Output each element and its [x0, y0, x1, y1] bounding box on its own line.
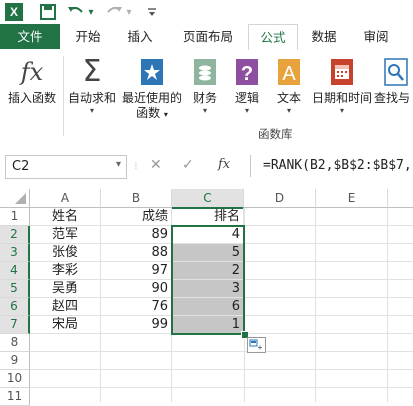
quick-access-toolbar: X ▾ ▾ [0, 0, 413, 24]
ribbon-separator [63, 56, 64, 136]
financial-dropdown-icon: ▾ [202, 106, 207, 115]
formula-text: =RANK(B2,$B$2:$B$7, [263, 158, 412, 173]
column-header-d[interactable]: D [244, 189, 316, 208]
lookup-reference-button[interactable]: 查找与 [374, 56, 413, 106]
tab-review[interactable]: 审阅 [352, 24, 400, 49]
recently-used-button[interactable]: 最近使用的 函数 ▾ [120, 56, 184, 122]
select-all-corner[interactable] [0, 189, 30, 208]
calendar-book-icon [326, 56, 358, 88]
worksheet-grid: A B C D E 1 2 3 4 5 6 7 8 9 10 11 姓名 成绩 … [0, 187, 413, 406]
tab-home[interactable]: 开始 [64, 24, 112, 49]
tab-insert[interactable]: 插入 [116, 24, 164, 49]
row-header-9[interactable]: 9 [0, 352, 30, 370]
name-box-value: C2 [12, 159, 30, 174]
ribbon-tab-bar: 文件 开始 插入 页面布局 公式 数据 审阅 [0, 24, 413, 52]
logical-book-icon: ? [231, 56, 263, 88]
tab-data[interactable]: 数据 [300, 24, 348, 49]
formula-input[interactable]: =RANK(B2,$B$2:$B$7, [250, 155, 413, 177]
row-header-5[interactable]: 5 [0, 280, 30, 298]
column-header-a[interactable]: A [30, 189, 101, 208]
column-header-e[interactable]: E [316, 189, 388, 208]
redo-dropdown-icon[interactable]: ▾ [124, 2, 134, 22]
autosum-dropdown-icon: ▾ [89, 106, 94, 115]
name-box-dropdown-icon[interactable]: ▾ [116, 159, 121, 170]
save-icon[interactable] [38, 2, 58, 22]
date-time-button[interactable]: 日期和时间 ▾ [310, 56, 374, 116]
redo-icon[interactable] [104, 2, 124, 22]
row-header-4[interactable]: 4 [0, 262, 30, 280]
resize-grip-icon: ⋮ [132, 161, 140, 170]
recently-used-label2: 函数 [136, 106, 161, 120]
ribbon-formulas: fx 插入函数 Σ 自动求和 ▾ 最近使用的 函数 ▾ 财务 ▾ ? 逻辑 ▾ [0, 50, 413, 148]
row-header-10[interactable]: 10 [0, 370, 30, 388]
row-header-3[interactable]: 3 [0, 244, 30, 262]
logical-dropdown-icon: ▾ [244, 106, 249, 115]
financial-book-icon [189, 56, 221, 88]
auto-fill-options-button[interactable]: + [247, 337, 266, 353]
enter-icon[interactable]: ✓ [182, 157, 194, 173]
recently-used-dropdown-icon: ▾ [163, 110, 168, 119]
financial-button[interactable]: 财务 ▾ [186, 56, 224, 116]
formula-bar: C2 ▾ ⋮ ✕ ✓ fx =RANK(B2,$B$2:$B$7, [0, 147, 413, 188]
svg-text:?: ? [241, 63, 253, 85]
name-box[interactable]: C2 ▾ [5, 155, 127, 179]
row-header-8[interactable]: 8 [0, 334, 30, 352]
tab-page-layout[interactable]: 页面布局 [170, 24, 246, 49]
customize-qat-icon[interactable] [146, 2, 158, 22]
formula-buttons: ⋮ ✕ ✓ fx [132, 155, 242, 177]
logical-button[interactable]: ? 逻辑 ▾ [228, 56, 266, 116]
gridlines [30, 208, 413, 402]
undo-icon[interactable] [66, 2, 86, 22]
group-label-function-library: 函数库 [258, 127, 293, 141]
text-dropdown-icon: ▾ [286, 106, 291, 115]
row-header-11[interactable]: 11 [0, 388, 30, 406]
row-header-1[interactable]: 1 [0, 208, 30, 226]
text-button[interactable]: A 文本 ▾ [270, 56, 308, 116]
lookup-book-icon [380, 56, 412, 88]
svg-text:X: X [10, 5, 18, 19]
row-header-7[interactable]: 7 [0, 316, 30, 334]
column-header-c[interactable]: C [172, 189, 244, 209]
svg-text:+: + [258, 343, 263, 352]
row-header-6[interactable]: 6 [0, 298, 30, 316]
column-header-b[interactable]: B [101, 189, 172, 208]
star-book-icon [136, 56, 168, 88]
row-header-2[interactable]: 2 [0, 226, 30, 244]
date-time-dropdown-icon: ▾ [339, 106, 344, 115]
svg-text:A: A [282, 63, 296, 85]
undo-dropdown-icon[interactable]: ▾ [86, 2, 96, 22]
tab-file[interactable]: 文件 [0, 24, 60, 49]
insert-function-fx-icon[interactable]: fx [218, 157, 230, 172]
tab-formulas[interactable]: 公式 [248, 24, 298, 52]
text-book-icon: A [273, 56, 305, 88]
fx-icon: fx [20, 58, 44, 86]
autosum-button[interactable]: Σ 自动求和 ▾ [66, 56, 118, 116]
cancel-icon[interactable]: ✕ [150, 157, 162, 173]
excel-logo-icon: X [4, 2, 24, 22]
column-header-f[interactable] [388, 189, 413, 208]
insert-function-button[interactable]: fx 插入函数 [4, 56, 60, 106]
sigma-icon: Σ [82, 54, 102, 89]
